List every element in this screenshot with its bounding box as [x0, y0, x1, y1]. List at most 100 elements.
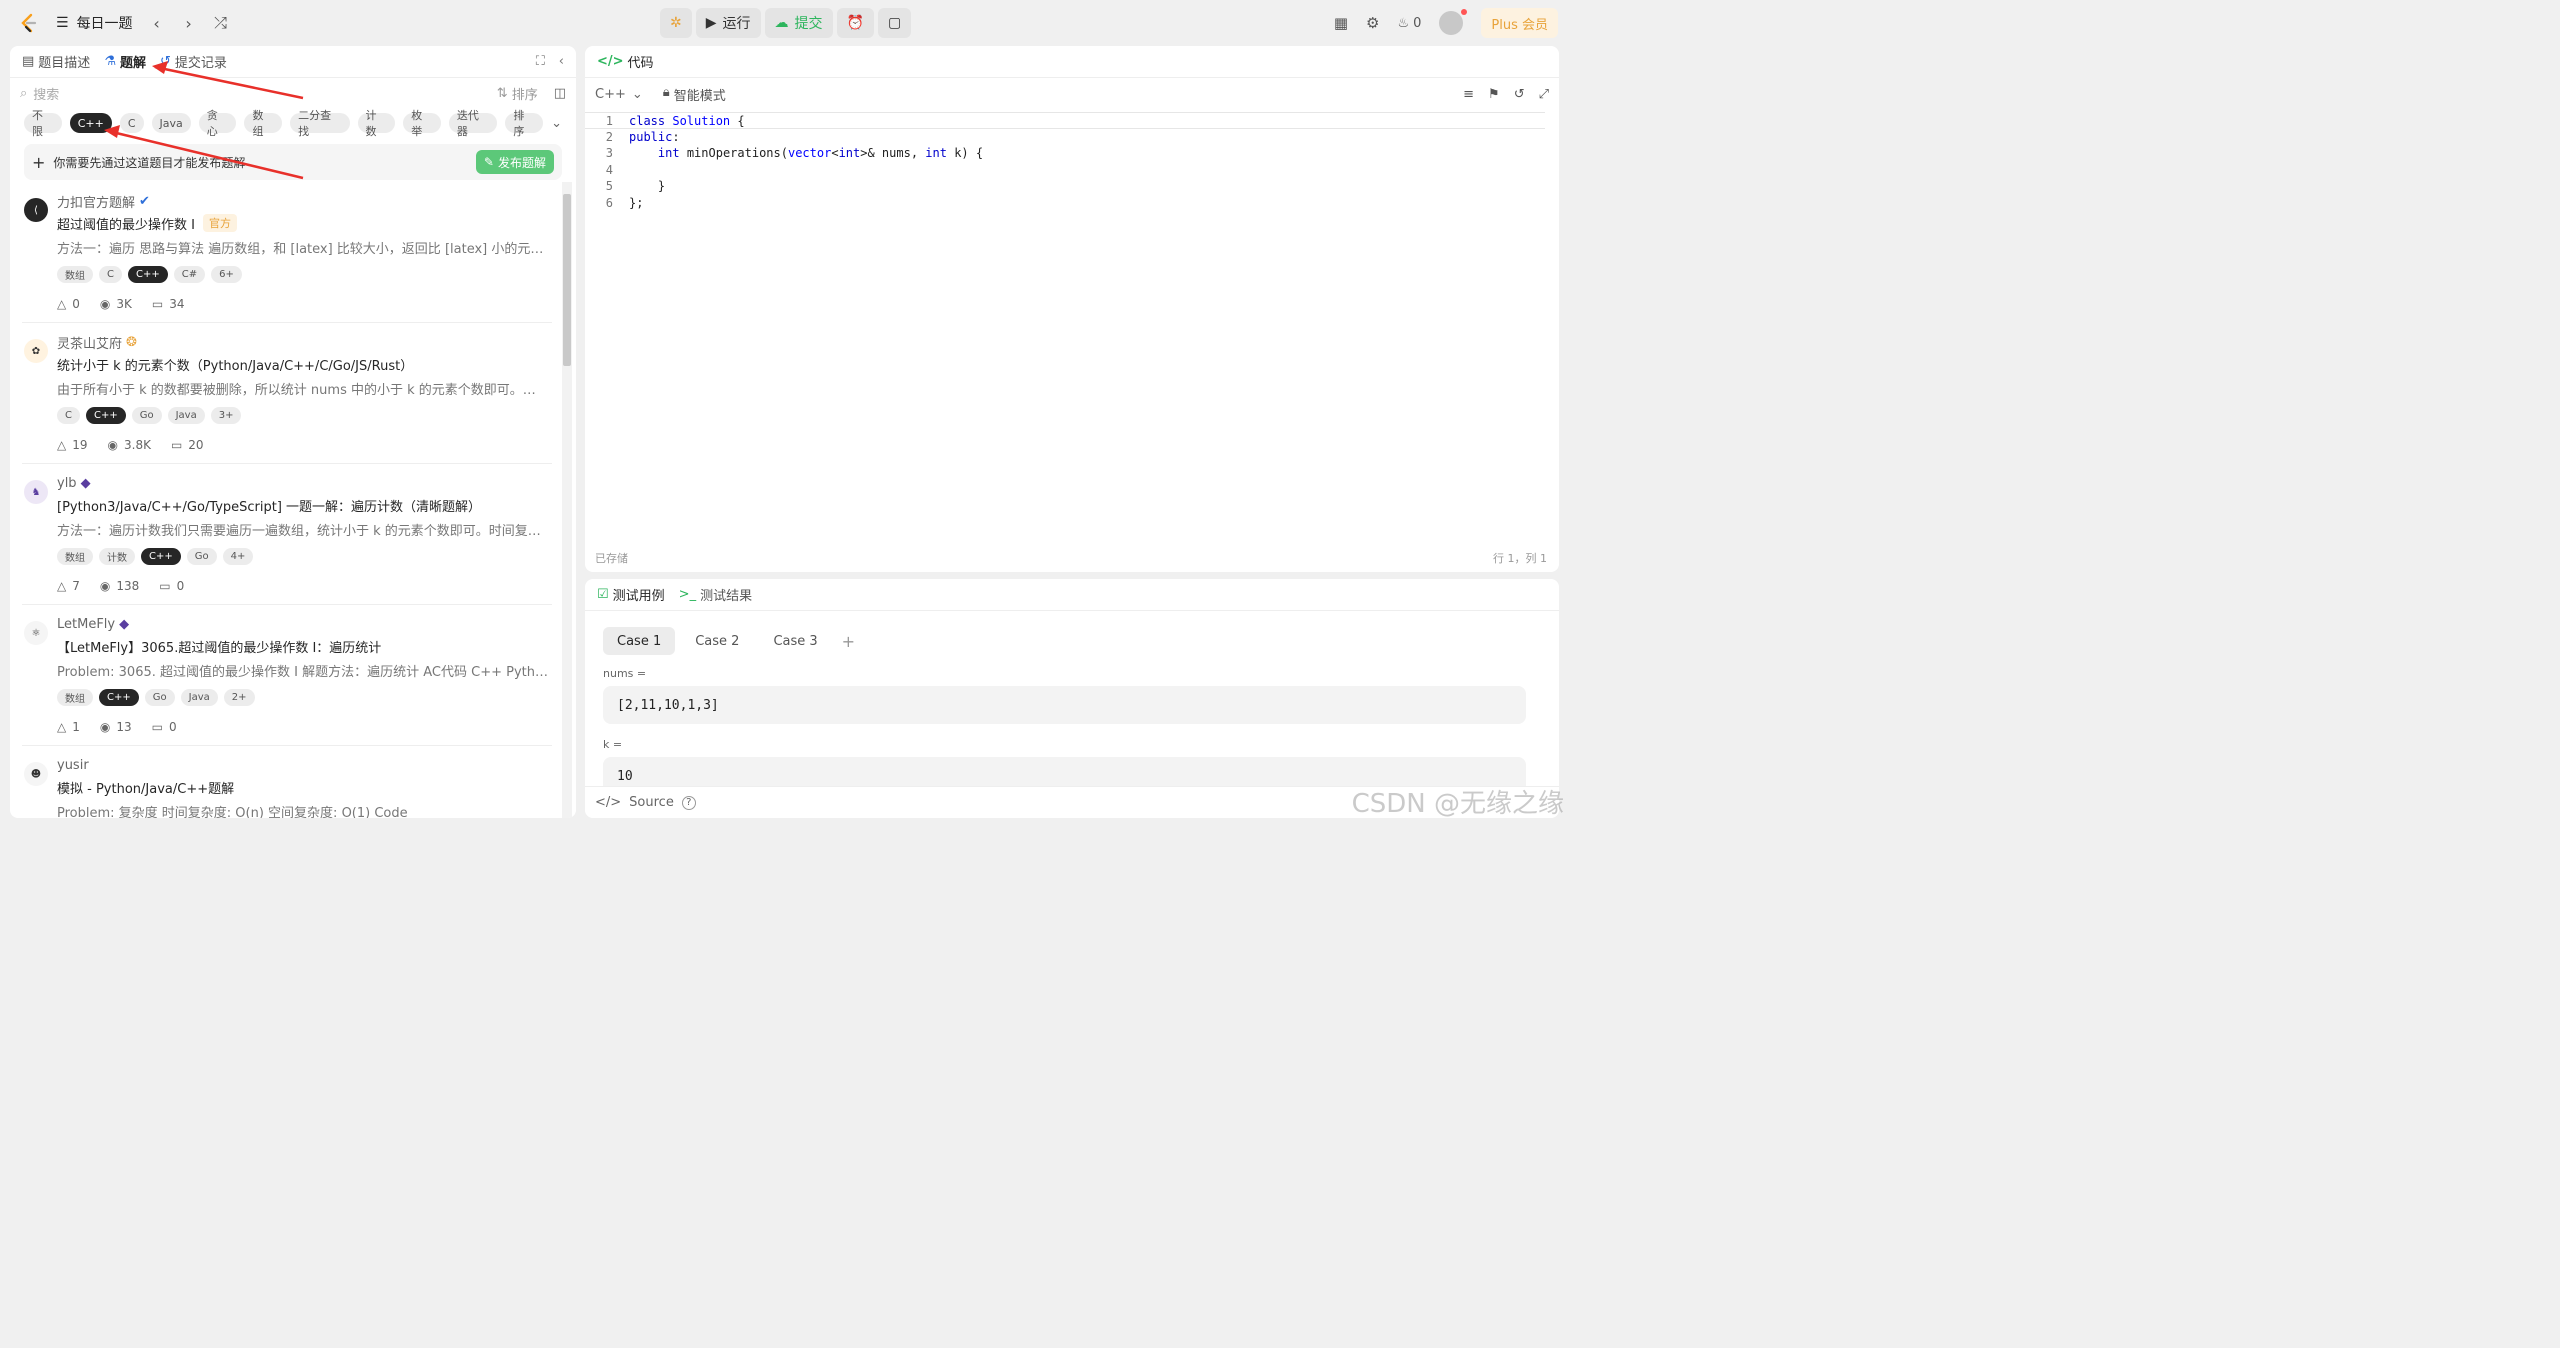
solution-item[interactable]: ✿ 灵茶山艾府 ❂ 统计小于 k 的元素个数（Python/Java/C++/C/… [22, 323, 552, 464]
solution-list-scrollbar[interactable] [562, 182, 572, 818]
case-tab[interactable]: Case 2 [681, 627, 753, 655]
solution-tag[interactable]: C++ [99, 689, 139, 706]
search-input[interactable]: 搜索 [33, 84, 59, 103]
plus-member-button[interactable]: Plus 会员 [1481, 8, 1558, 38]
comment-stat[interactable]: ▭ 0 [152, 720, 177, 734]
language-select[interactable]: C++ ⌄ [595, 87, 643, 102]
filter-tag[interactable]: 枚举 [403, 109, 441, 138]
solution-item[interactable]: ⟨ 力扣官方题解 ✔ 超过阈值的最少操作数 I 官方 方法一：遍历 思路与算法 遍历… [22, 182, 552, 323]
solution-tag[interactable]: C [99, 266, 122, 283]
var-label: nums = [603, 667, 647, 680]
mode-label: 智能模式 [673, 88, 726, 104]
solution-tag[interactable]: C++ [141, 548, 181, 565]
like-stat[interactable]: △ 7 [57, 579, 80, 593]
reset-icon[interactable]: ↺ [1514, 87, 1525, 102]
bookmark-icon[interactable]: ⚑ [1488, 87, 1500, 102]
author-name[interactable]: ylb [57, 476, 77, 491]
author-name[interactable]: yusir [57, 758, 89, 773]
tab-test-result[interactable]: >_ 测试结果 [679, 585, 752, 604]
solution-tag[interactable]: 数组 [57, 548, 93, 565]
case-tab[interactable]: Case 1 [603, 627, 676, 655]
solution-tag[interactable]: C++ [127, 266, 168, 283]
shuffle-icon[interactable]: ⤮ [213, 13, 229, 33]
solution-tag[interactable]: 4+ [222, 548, 254, 565]
gear-icon[interactable]: ⚙ [1366, 14, 1379, 32]
layout-icon[interactable]: ◫ [554, 86, 566, 101]
comment-stat[interactable]: ▭ 34 [152, 297, 185, 311]
prev-problem-icon[interactable]: ‹ [149, 14, 165, 33]
solution-tag[interactable]: Java [167, 407, 205, 424]
filter-tag[interactable]: 迭代器 [448, 109, 498, 138]
solution-tag[interactable]: Java [180, 689, 218, 706]
smart-mode-toggle[interactable]: 🔒︎ 智能模式 [663, 85, 726, 104]
solution-tag[interactable]: 计数 [99, 548, 135, 565]
leetcode-logo[interactable] [18, 12, 40, 34]
debug-button[interactable]: ✲ [660, 8, 692, 38]
filter-tag[interactable]: C++ [69, 113, 112, 133]
author-name[interactable]: 灵茶山艾府 [57, 333, 122, 352]
solution-tag[interactable]: C# [173, 266, 206, 283]
author-name[interactable]: LetMeFly [57, 617, 115, 632]
solution-tag[interactable]: Go [144, 689, 175, 706]
solution-tag[interactable]: 6+ [211, 266, 242, 283]
alarm-button[interactable]: ⏰ [836, 8, 874, 38]
solution-tag[interactable]: 3+ [210, 407, 242, 424]
solution-item[interactable]: ☻ yusir 模拟 - Python/Java/C++题解 Problem: … [22, 746, 552, 818]
avatar[interactable] [1439, 9, 1468, 35]
publish-solution-button[interactable]: ✎ 发布题解 [475, 150, 554, 174]
help-icon[interactable]: ? [681, 795, 696, 810]
expand-icon[interactable]: ⤢ [1539, 87, 1549, 102]
format-icon[interactable]: ≡ [1463, 87, 1474, 102]
author-name[interactable]: 力扣官方题解 [57, 192, 135, 211]
solution-tag[interactable]: Go [186, 548, 217, 565]
like-stat[interactable]: △ 0 [57, 297, 80, 311]
tab-submissions[interactable]: ↺ 提交记录 [160, 52, 227, 71]
solution-tag[interactable]: C [57, 407, 80, 424]
scroll-thumb[interactable] [563, 194, 571, 366]
filter-tag[interactable]: 计数 [357, 109, 396, 138]
code-editor-panel: </> 代码 C++ ⌄ 🔒︎ 智能模式 ≡ ⚑ ↺ ⤢ 1 class Solutio… [585, 46, 1559, 572]
like-stat[interactable]: △ 1 [57, 720, 80, 734]
run-button[interactable]: ▶ 运行 [695, 8, 761, 38]
publish-label: 发布题解 [497, 155, 546, 170]
filter-tag[interactable]: 排序 [505, 109, 544, 138]
tab-code[interactable]: </> 代码 [597, 52, 654, 71]
solution-summary: 方法一：遍历 思路与算法 遍历数组，和 [latex] 比较大小，返回比 [la… [57, 242, 548, 256]
submit-button[interactable]: ☁ 提交 [764, 8, 833, 38]
streak-counter[interactable]: ♨ 0 [1397, 16, 1421, 31]
grid-icon[interactable]: ▦ [1334, 14, 1348, 32]
filter-tag[interactable]: 不限 [24, 109, 62, 138]
comment-stat[interactable]: ▭ 0 [159, 579, 184, 593]
case-tab[interactable]: Case 3 [759, 627, 831, 655]
solution-tag[interactable]: 数组 [57, 689, 93, 706]
tab-description[interactable]: ▤ 题目描述 [22, 52, 90, 71]
tab-testcases[interactable]: ☑ 测试用例 [597, 585, 665, 604]
like-stat[interactable]: △ 19 [57, 438, 88, 452]
filter-tag[interactable]: 二分查找 [290, 109, 350, 138]
filter-tag[interactable]: C [119, 113, 144, 133]
comment-stat[interactable]: ▭ 20 [171, 438, 204, 452]
var-input[interactable]: [2,11,10,1,3] [603, 686, 1526, 724]
add-case-icon[interactable]: + [842, 632, 855, 651]
note-button[interactable]: ▢ [877, 8, 912, 38]
collapse-icon[interactable]: ‹ [559, 54, 564, 69]
tab-solutions[interactable]: ⚗ 题解 [104, 52, 146, 71]
solution-tag[interactable]: C++ [85, 407, 126, 424]
code-area[interactable]: 1 class Solution { 2 public: 3 int minOper… [585, 112, 1545, 212]
filter-tag[interactable]: Java [151, 113, 191, 133]
next-problem-icon[interactable]: › [181, 14, 197, 33]
tab-label: 代码 [627, 56, 654, 71]
sort-button[interactable]: ⇅ 排序 [497, 84, 538, 103]
source-link[interactable]: Source [629, 795, 674, 810]
filter-tag[interactable]: 贪心 [198, 109, 237, 138]
fullscreen-icon[interactable]: ⛶ [536, 54, 545, 69]
solution-tag[interactable]: Go [131, 407, 162, 424]
filter-tag[interactable]: 数组 [244, 109, 283, 138]
solution-tag[interactable]: 数组 [57, 266, 93, 283]
solution-tag[interactable]: 2+ [223, 689, 255, 706]
daily-question-button[interactable]: ☰ 每日一题 [56, 13, 133, 33]
expand-tags-icon[interactable]: ⌄ [551, 116, 562, 131]
solution-item[interactable]: ⚛ LetMeFly ◆ 【LetMeFly】3065.超过阈值的最少操作数 I：… [22, 605, 552, 746]
streak-count: 0 [1413, 15, 1422, 31]
solution-item[interactable]: ♞ ylb ◆ [Python3/Java/C++/Go/TypeScript] … [22, 464, 552, 605]
